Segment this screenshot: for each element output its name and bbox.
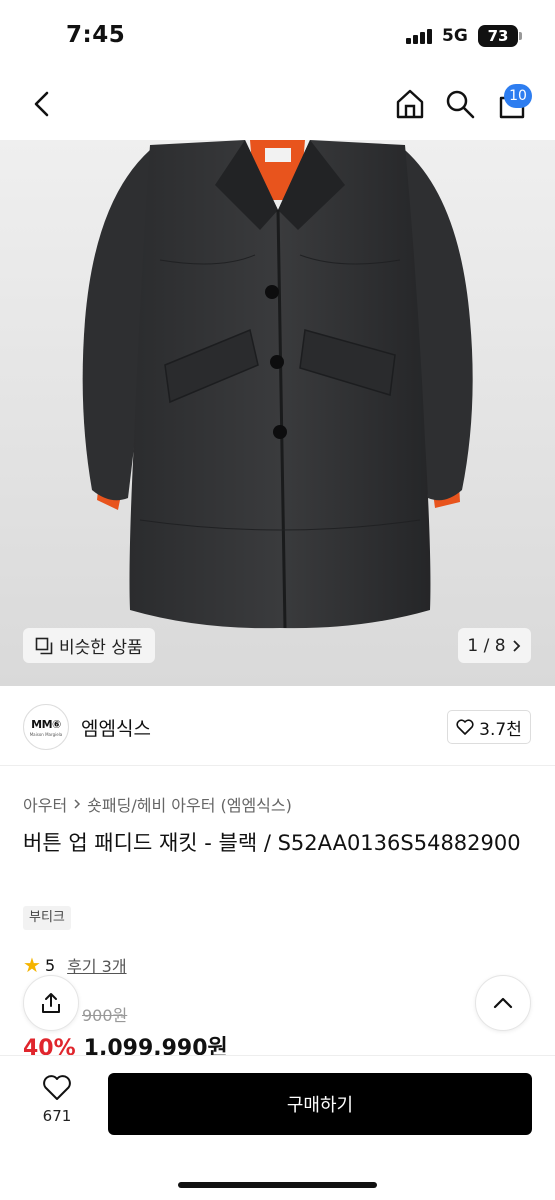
buy-button[interactable]: 구매하기 (108, 1073, 532, 1135)
cart-count-badge: 10 (504, 84, 532, 108)
breadcrumb-item[interactable]: 아우터 (23, 792, 67, 816)
chevron-right-icon (512, 639, 520, 652)
signal-icon (406, 28, 434, 44)
image-pager[interactable]: 1 / 8 (458, 628, 531, 663)
battery-icon: 73 (478, 25, 518, 47)
home-button[interactable] (390, 84, 430, 124)
product-title: 버튼 업 패디드 재킷 - 블랙 / S52AA0136S54882900 (23, 831, 521, 855)
brand-logo-subtext: Maison Margiela (29, 731, 63, 737)
image-pager-label: 1 / 8 (467, 635, 506, 656)
bottom-bar: 671 구매하기 (0, 1055, 555, 1200)
breadcrumb-item[interactable]: 숏패딩/헤비 아우터 (엠엠식스) (87, 792, 292, 816)
home-indicator (178, 1182, 377, 1188)
status-bar: 7:45 5G 73 (0, 0, 555, 70)
status-time: 7:45 (66, 22, 126, 48)
chevron-right-icon (74, 799, 81, 809)
wishlist-count: 671 (42, 1107, 72, 1125)
rating-value: 5 (44, 955, 56, 975)
brand-logo[interactable]: MM⑥ Maison Margiela (23, 704, 69, 750)
similar-items-icon (35, 637, 53, 654)
network-label: 5G (442, 26, 468, 46)
brand-logo-text: MM⑥ (31, 717, 61, 731)
similar-products-label: 비슷한 상품 (59, 638, 143, 658)
scroll-top-button[interactable] (475, 975, 531, 1031)
wishlist-button[interactable]: 671 (30, 1074, 84, 1125)
brand-like-count: 3.7천 (479, 719, 522, 740)
brand-like-button[interactable]: 3.7천 (447, 710, 531, 744)
rating-row: ★ 5 후기 3개 (23, 953, 127, 977)
chevron-left-icon (34, 91, 49, 117)
chevron-up-icon (493, 997, 513, 1009)
reviews-link[interactable]: 후기 3개 (67, 953, 126, 977)
brand-name[interactable]: 엠엠식스 (81, 714, 151, 741)
home-icon (396, 89, 424, 119)
original-price: 900원 (82, 1006, 128, 1025)
search-button[interactable] (440, 84, 480, 124)
brand-row[interactable]: MM⑥ Maison Margiela 엠엠식스 3.7천 (0, 686, 555, 766)
padded-coat-image (82, 140, 473, 629)
back-button[interactable] (22, 84, 62, 124)
nav-bar (0, 70, 555, 140)
battery-tip (519, 32, 522, 40)
heart-icon (456, 719, 474, 735)
share-button[interactable] (23, 975, 79, 1031)
heart-icon (43, 1075, 71, 1100)
star-icon: ★ (23, 953, 41, 977)
similar-products-button[interactable]: 비슷한 상품 (23, 628, 155, 663)
product-image[interactable] (0, 140, 555, 686)
search-icon (446, 90, 475, 119)
breadcrumb: 아우터 숏패딩/헤비 아우터 (엠엠식스) (23, 792, 292, 816)
share-icon (42, 993, 60, 1013)
boutique-tag: 부티크 (23, 906, 71, 930)
